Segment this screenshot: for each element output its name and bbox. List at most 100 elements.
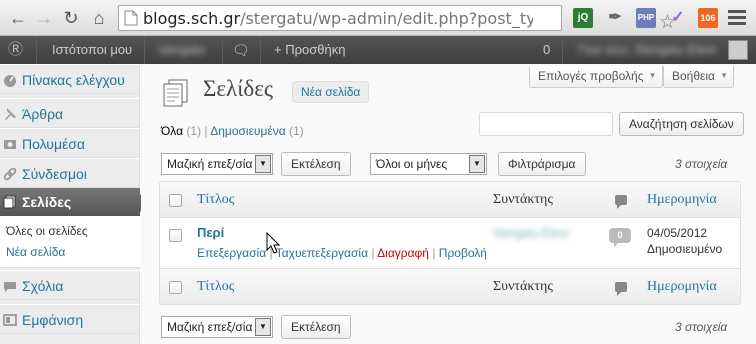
sidebar-item-links[interactable]: Σύνδεσμοι	[0, 158, 140, 188]
title-column-header[interactable]: Τίτλος	[197, 182, 234, 218]
chevron-down-icon: ▼	[648, 71, 657, 80]
apply-button-bottom[interactable]: Εκτέλεση	[281, 315, 351, 339]
sidebar-item-label: Σύνδεσμοι	[22, 166, 87, 182]
trash-link[interactable]: Διαγραφή	[377, 246, 429, 260]
items-count-bottom: 3 στοιχεία	[675, 320, 728, 334]
sidebar-item-posts[interactable]: Άρθρα	[0, 98, 140, 128]
submenu-all-pages[interactable]: Όλες οι σελίδες	[6, 224, 88, 238]
edit-link[interactable]: Επεξεργασία	[197, 246, 266, 260]
new-content-menu[interactable]: + Προσθήκη	[274, 36, 345, 64]
search-pages-button[interactable]: Αναζήτηση σελίδων	[619, 112, 744, 136]
pages-submenu: Όλες οι σελίδες Νέα σελίδα	[0, 216, 140, 268]
screen-options-button[interactable]: Επιλογές προβολής ▼	[529, 66, 663, 88]
comment-icon[interactable]	[615, 282, 627, 296]
dashboard-icon	[4, 75, 16, 87]
row-title-link[interactable]: Περί	[197, 225, 224, 240]
avatar[interactable]	[728, 40, 748, 60]
title-column-footer[interactable]: Τίτλος	[197, 269, 234, 305]
admin-bar-divider	[222, 36, 223, 64]
sidebar-item-media[interactable]: Πολυμέσα	[0, 128, 140, 158]
sidebar-item-label: Άρθρα	[22, 106, 64, 122]
account-menu[interactable]: Γεια σου, Stergatu Eleni	[578, 36, 716, 64]
quick-edit-link[interactable]: Ταχυεπεξεργασία	[276, 246, 368, 260]
home-icon[interactable]: ⌂	[87, 6, 111, 30]
php-extension-icon[interactable]: PHP	[636, 8, 656, 28]
select-all-checkbox-footer[interactable]	[169, 281, 182, 294]
browser-menu-icon[interactable]	[728, 10, 746, 25]
comment-count-bubble[interactable]: 0	[609, 228, 631, 247]
site-name: stergatu	[158, 42, 205, 57]
search-input[interactable]	[479, 112, 613, 136]
admin-bar-divider	[144, 36, 145, 64]
admin-bar-divider	[260, 36, 261, 64]
months-value: Όλοι οι μήνες	[376, 157, 448, 171]
reload-icon[interactable]: ↻	[59, 6, 83, 30]
filter-button[interactable]: Φιλτράρισμα	[498, 152, 586, 176]
media-icon	[4, 140, 16, 149]
pages-icon	[3, 195, 16, 209]
url-text: blogs.sch.gr/stergatu/wp-admin/edit.php?…	[143, 9, 533, 28]
bulk-actions-select[interactable]: Μαζική επεξ/σία ▼	[161, 153, 273, 175]
sidebar-item-appearance[interactable]: Εμφάνιση	[0, 304, 140, 334]
jquery-extension-icon[interactable]: jQ	[573, 8, 593, 28]
sidebar-item-comments[interactable]: Σχόλια	[0, 270, 140, 300]
sidebar-item-label: Πίνακας ελέγχου	[22, 72, 125, 88]
view-all-link[interactable]: Όλα	[161, 124, 183, 138]
feather-icon[interactable]: ✓	[668, 8, 688, 28]
row-date-value: 04/05/2012	[647, 226, 708, 240]
url-host: blogs.sch.gr	[143, 9, 241, 28]
items-count: 3 στοιχεία	[675, 157, 728, 171]
view-link[interactable]: Προβολή	[439, 246, 487, 260]
row-date: 04/05/2012 Δημοσιευμένο	[647, 225, 722, 257]
sidebar-item-dashboard[interactable]: Πίνακας ελέγχου	[0, 64, 140, 94]
comments-count[interactable]: 0	[543, 36, 550, 64]
rss-icon[interactable]: 106	[698, 8, 718, 28]
chevron-down-icon: ▼	[255, 318, 271, 336]
admin-sidebar: Πίνακας ελέγχου Άρθρα Πολυμέσα Σύνδεσμοι…	[0, 64, 149, 344]
sidebar-item-pages[interactable]: Σελίδες	[0, 188, 149, 216]
date-column-header[interactable]: Ημερομηνία	[647, 182, 717, 218]
chevron-down-icon: ▼	[720, 71, 728, 80]
date-column-footer[interactable]: Ημερομηνία	[647, 269, 717, 305]
site-name-menu[interactable]: stergatu	[158, 36, 205, 64]
sidebar-item-label: Εμφάνιση	[22, 312, 84, 328]
eyedropper-icon[interactable]: ✒	[605, 8, 625, 28]
plus-icon: +	[274, 42, 282, 57]
row-status: Δημοσιευμένο	[647, 242, 723, 256]
url-path: /stergatu/wp-admin/edit.php?post_type=pa…	[240, 9, 533, 28]
row-author[interactable]: Stergatu Eleni	[493, 226, 568, 240]
pages-icon	[163, 79, 188, 107]
wordpress-logo-icon[interactable]: Ⓡ	[8, 36, 23, 64]
view-published-link[interactable]: Δημοσιευμένα	[210, 124, 285, 138]
sidebar-item-label: Σελίδες	[22, 194, 72, 210]
view-all-count: (1)	[186, 124, 202, 138]
page-title: Σελίδες	[203, 76, 273, 101]
screen-options-label: Επιλογές προβολής	[538, 69, 644, 83]
address-bar[interactable]: blogs.sch.gr/stergatu/wp-admin/edit.php?…	[118, 5, 676, 33]
links-icon	[3, 167, 17, 181]
back-icon[interactable]: ←	[6, 6, 30, 30]
submenu-add-new[interactable]: Νέα σελίδα	[6, 245, 65, 259]
row-actions: Επεξεργασία | Ταχυεπεξεργασία | Διαγραφή…	[197, 246, 487, 260]
comment-icon[interactable]	[615, 195, 627, 209]
chevron-down-icon: ▼	[255, 155, 271, 173]
sidebar-item-label: Σχόλια	[22, 278, 64, 294]
row-checkbox[interactable]	[169, 229, 182, 242]
bulk-actions-value: Μαζική επεξ/σία	[167, 320, 253, 334]
apply-button[interactable]: Εκτέλεση	[281, 152, 351, 176]
page-icon	[124, 10, 138, 26]
comments-icon	[4, 282, 16, 292]
add-new-page-button[interactable]: Νέα σελίδα	[292, 81, 370, 103]
my-sites-menu[interactable]: Ιστότοποι μου	[52, 36, 132, 64]
months-select[interactable]: Όλοι οι μήνες ▼	[370, 153, 487, 175]
bulk-actions-select-bottom[interactable]: Μαζική επεξ/σία ▼	[161, 316, 273, 338]
appearance-icon	[3, 314, 17, 326]
comment-bubble-icon[interactable]: 🗨	[232, 36, 250, 64]
main-content: Επιλογές προβολής ▼ Βοήθεια ▼ Σελίδες Νέα …	[141, 64, 756, 344]
new-content-label: Προσθήκη	[285, 42, 346, 57]
sidebar-item-label: Πολυμέσα	[22, 136, 85, 152]
help-button[interactable]: Βοήθεια ▼	[663, 66, 734, 88]
rss-count: 106	[700, 13, 716, 23]
forward-icon[interactable]: →	[32, 6, 56, 30]
select-all-checkbox[interactable]	[169, 194, 182, 207]
